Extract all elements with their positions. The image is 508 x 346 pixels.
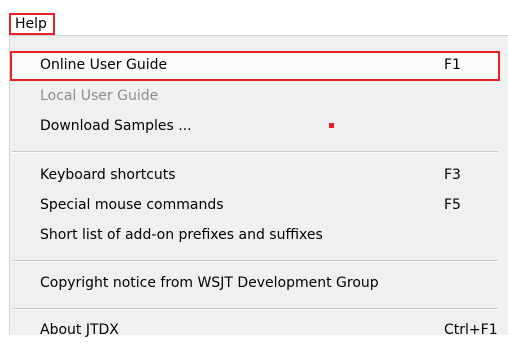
- help-dropdown-menu: Online User Guide F1 Local User Guide Do…: [9, 35, 508, 338]
- menu-item-label: Download Samples ...: [40, 118, 192, 134]
- menu-item-label: Copyright notice from WSJT Development G…: [40, 275, 379, 291]
- menu-item-label: Local User Guide: [40, 88, 159, 104]
- menu-item-copyright-notice[interactable]: Copyright notice from WSJT Development G…: [10, 269, 500, 299]
- menu-item-local-user-guide: Local User Guide: [10, 82, 500, 112]
- help-menu-label: Help: [15, 16, 47, 32]
- menu-item-label: Short list of add-on prefixes and suffix…: [40, 227, 323, 243]
- help-menu-title[interactable]: Help: [9, 13, 55, 35]
- menu-separator: [12, 308, 498, 310]
- menu-item-keyboard-shortcuts[interactable]: Keyboard shortcuts F3: [10, 161, 500, 191]
- red-marker-dot: [329, 123, 334, 128]
- menu-item-download-samples[interactable]: Download Samples ...: [10, 112, 500, 142]
- menu-item-shortcut: F3: [444, 167, 461, 183]
- menu-separator: [12, 151, 498, 153]
- menu-item-shortcut: F5: [444, 197, 461, 213]
- menu-item-label: Keyboard shortcuts: [40, 167, 176, 183]
- menu-separator: [12, 260, 498, 262]
- menu-item-label: Special mouse commands: [40, 197, 224, 213]
- menu-item-prefixes-suffixes[interactable]: Short list of add-on prefixes and suffix…: [10, 221, 500, 251]
- menu-item-label: Online User Guide: [40, 57, 168, 73]
- menu-item-shortcut: F1: [444, 57, 461, 73]
- menu-item-shortcut: Ctrl+F1: [444, 322, 498, 338]
- menu-item-special-mouse-commands[interactable]: Special mouse commands F5: [10, 191, 500, 221]
- menu-item-label: About JTDX: [40, 322, 119, 338]
- menu-item-about-jtdx[interactable]: About JTDX Ctrl+F1: [10, 316, 500, 346]
- menu-item-online-user-guide[interactable]: Online User Guide F1: [10, 51, 500, 81]
